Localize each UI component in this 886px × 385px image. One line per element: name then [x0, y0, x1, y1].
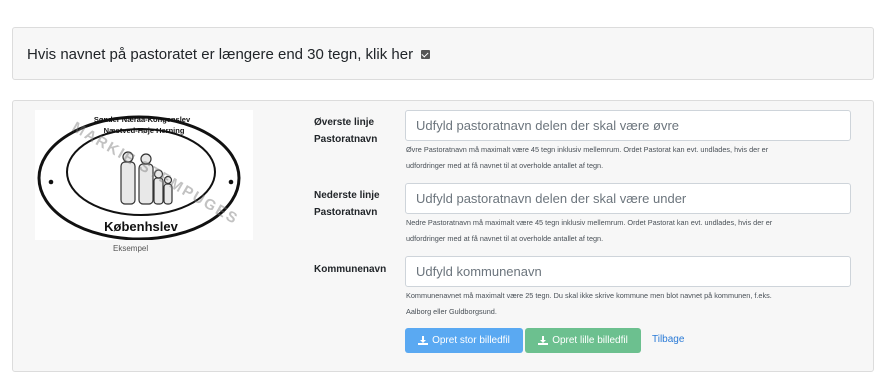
create-small-image-button[interactable]: Opret lille billedfil [525, 328, 641, 353]
lower-line-label-1: Nederste linje [314, 190, 380, 201]
municipality-label-text: Kommunenavn [314, 264, 387, 275]
lower-line-label-2: Pastoratnavn [314, 207, 378, 218]
stamp-bottom-text: Københslev [104, 219, 178, 234]
municipality-help-1: Kommunenavnet må maximalt være 25 tegn. … [406, 291, 772, 300]
long-name-card: Hvis navnet på pastoratet er længere end… [12, 27, 874, 80]
download-icon [538, 336, 549, 345]
example-caption: Eksempel [113, 244, 149, 253]
municipality-input[interactable] [405, 256, 851, 287]
create-small-image-label: Opret lille billedfil [552, 335, 628, 346]
upper-line-label-1: Øverste linje [314, 117, 375, 128]
stamp-top-line-1: Sønder Næraa-Kongenslev [94, 115, 191, 124]
upper-line-label: Øverste linje Pastoratnavn [314, 114, 377, 148]
long-name-toggle-label: Hvis navnet på pastoratet er længere end… [27, 46, 414, 63]
lower-line-help: Nedre Pastoratnavn må maximalt være 45 t… [406, 215, 836, 247]
lower-line-label: Nederste linje Pastoratnavn [314, 187, 380, 221]
upper-line-help-2: udfordringer med at få navnet til at ove… [406, 161, 604, 170]
create-large-image-label: Opret stor billedfil [432, 335, 510, 346]
long-name-toggle[interactable]: Hvis navnet på pastoratet er længere end… [27, 46, 431, 63]
municipality-help: Kommunenavnet må maximalt være 25 tegn. … [406, 288, 836, 320]
upper-line-input[interactable] [405, 110, 851, 141]
checkbox-icon[interactable] [421, 50, 431, 59]
municipality-help-2: Aalborg eller Guldborgsund. [406, 307, 497, 316]
create-large-image-button[interactable]: Opret stor billedfil [405, 328, 523, 353]
lower-line-help-1: Nedre Pastoratnavn må maximalt være 45 t… [406, 218, 773, 227]
dot-icon [228, 179, 234, 185]
stamp-form-card: Sønder Næraa-Kongenslev Næstved-Høje Her… [12, 100, 874, 372]
stamp-top-line-2: Næstved-Høje Herning [104, 126, 185, 135]
stamp-example-image: Sønder Næraa-Kongenslev Næstved-Høje Her… [35, 110, 253, 241]
upper-line-label-2: Pastoratnavn [314, 134, 378, 145]
lower-line-help-2: udfordringer med at få navnet til at ove… [406, 234, 604, 243]
download-icon [418, 336, 429, 345]
municipality-label: Kommunenavn [314, 261, 386, 278]
lower-line-input[interactable] [405, 183, 851, 214]
upper-line-help-1: Øvre Pastoratnavn må maximalt være 45 te… [406, 145, 769, 154]
upper-line-help: Øvre Pastoratnavn må maximalt være 45 te… [406, 142, 836, 174]
dot-icon [48, 179, 54, 185]
back-link[interactable]: Tilbage [652, 334, 684, 345]
stamp-svg: Sønder Næraa-Kongenslev Næstved-Høje Her… [37, 115, 242, 241]
